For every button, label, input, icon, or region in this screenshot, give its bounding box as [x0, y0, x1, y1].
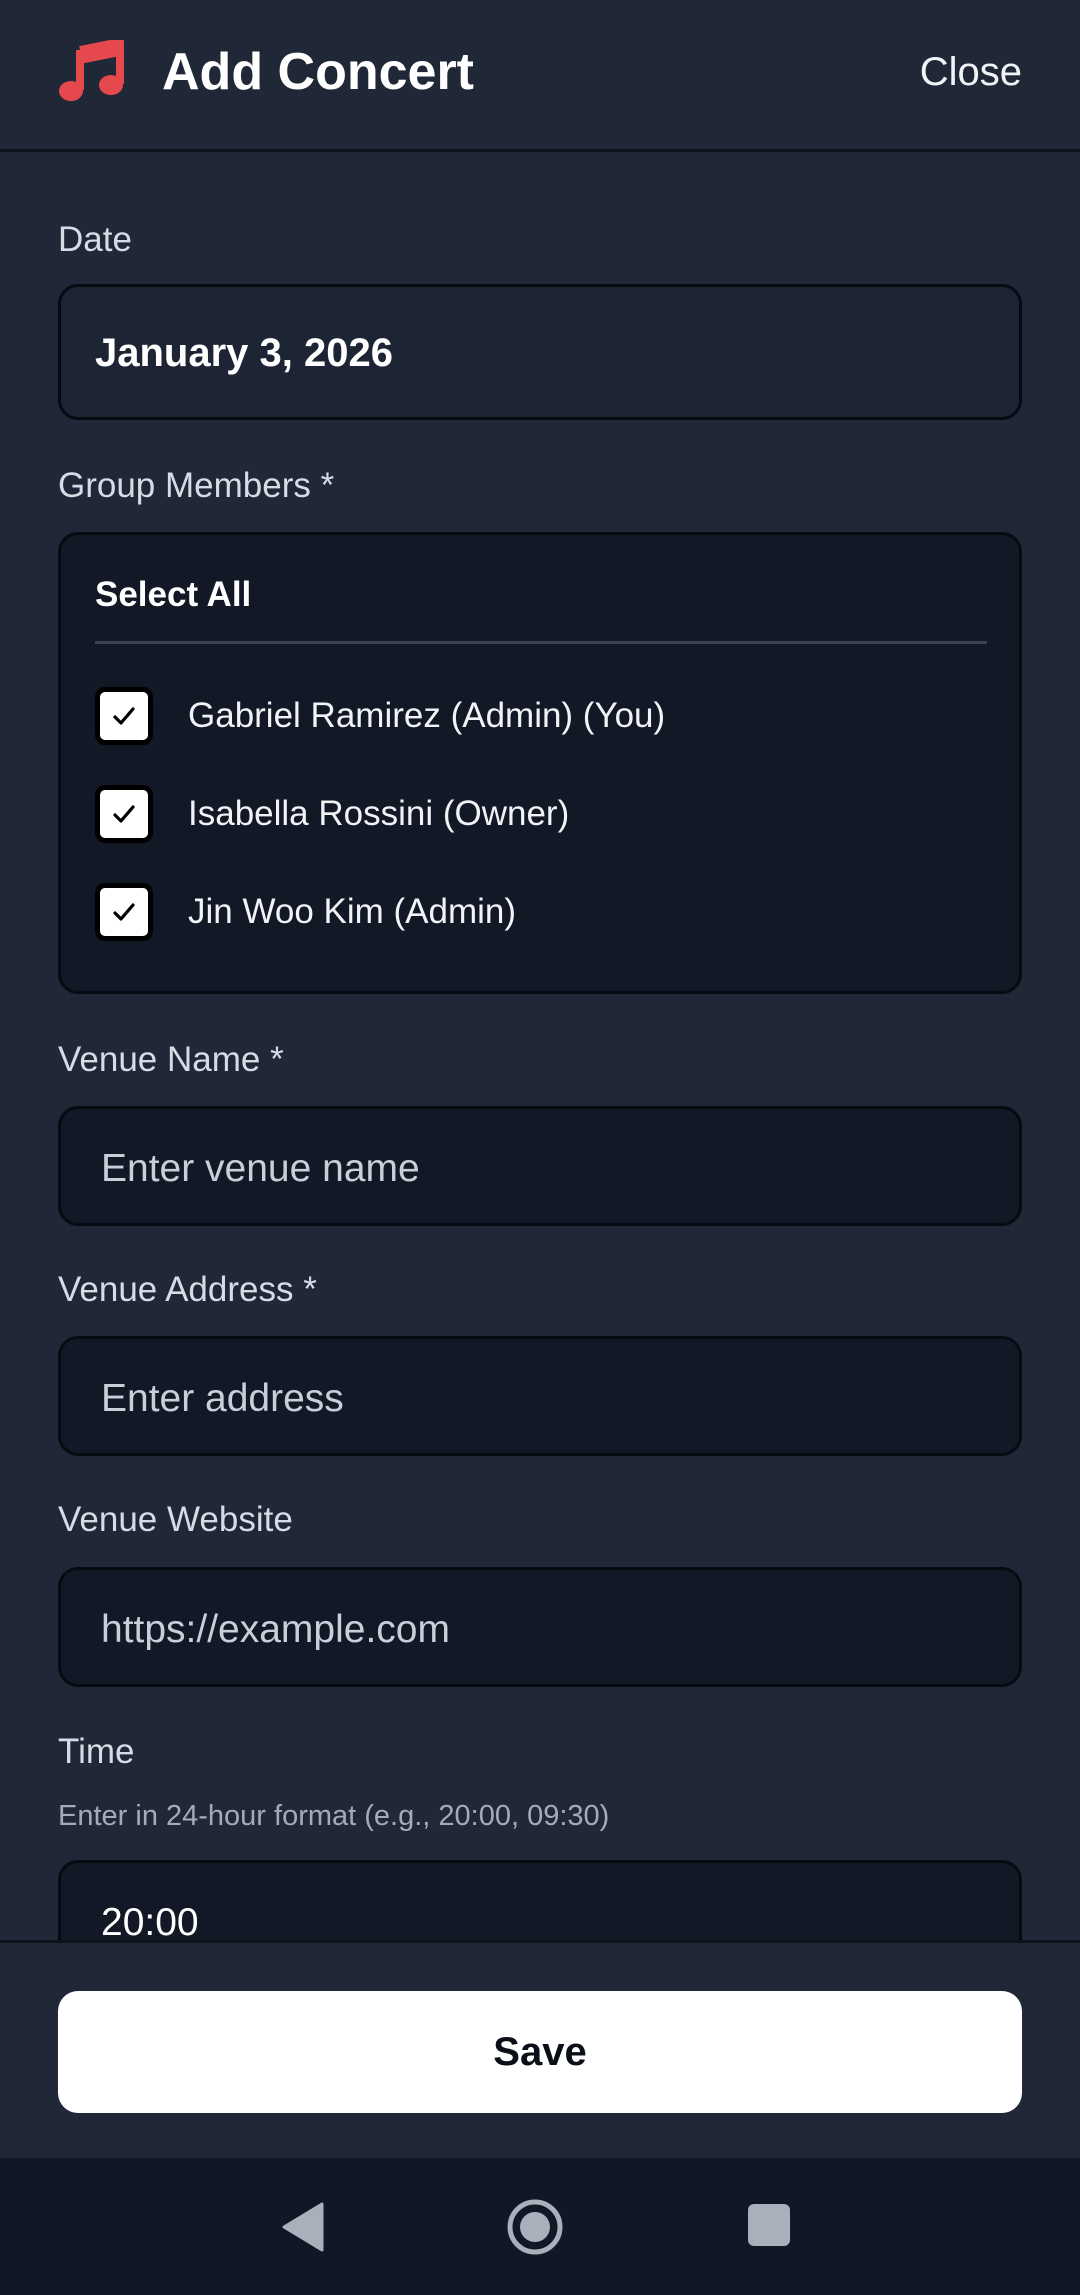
venue-address-placeholder: Enter address: [101, 1377, 344, 1420]
time-input[interactable]: 20:00: [58, 1860, 1022, 1942]
member-checkbox[interactable]: [95, 785, 153, 843]
venue-name-placeholder: Enter venue name: [101, 1147, 420, 1190]
music-note-icon: [59, 40, 124, 101]
venue-website-input[interactable]: https://example.com: [58, 1567, 1022, 1687]
checkmark-icon: [113, 903, 135, 921]
venue-website-label: Venue Website: [58, 1500, 293, 1539]
member-checkbox[interactable]: [95, 883, 153, 941]
member-name: Jin Woo Kim (Admin): [188, 892, 517, 931]
recents-icon[interactable]: [748, 2204, 790, 2246]
close-button[interactable]: Close: [920, 46, 1022, 98]
member-row[interactable]: Gabriel Ramirez (Admin) (You): [95, 687, 975, 747]
home-icon[interactable]: [506, 2198, 564, 2256]
time-hint: Enter in 24-hour format (e.g., 20:00, 09…: [58, 1800, 610, 1832]
select-all-button[interactable]: Select All: [95, 573, 251, 617]
page-title: Add Concert: [162, 43, 474, 101]
venue-name-label: Venue Name *: [58, 1040, 284, 1079]
system-nav-bar: [0, 2158, 1080, 2295]
venue-address-label: Venue Address *: [58, 1270, 317, 1309]
footer-bar: Save: [0, 1940, 1080, 2158]
venue-website-placeholder: https://example.com: [101, 1608, 450, 1651]
date-label: Date: [58, 220, 132, 259]
checkmark-icon: [113, 707, 135, 725]
venue-address-input[interactable]: Enter address: [58, 1336, 1022, 1456]
back-icon[interactable]: [282, 2202, 324, 2252]
group-members-label: Group Members *: [58, 466, 335, 505]
member-checkbox[interactable]: [95, 687, 153, 745]
member-row[interactable]: Jin Woo Kim (Admin): [95, 883, 975, 943]
venue-name-input[interactable]: Enter venue name: [58, 1106, 1022, 1226]
form-scroll-area[interactable]: Date January 3, 2026 Group Members * Sel…: [0, 152, 1080, 1942]
date-field[interactable]: January 3, 2026: [58, 284, 1022, 420]
group-members-box: Select All Gabriel Ramirez (Admin) (You)…: [58, 532, 1022, 994]
time-label: Time: [58, 1732, 135, 1771]
date-value: January 3, 2026: [95, 331, 393, 375]
save-button[interactable]: Save: [58, 1991, 1022, 2113]
time-value: 20:00: [101, 1901, 199, 1942]
checkmark-icon: [113, 805, 135, 823]
divider: [95, 641, 987, 644]
member-name: Gabriel Ramirez (Admin) (You): [188, 696, 666, 735]
member-row[interactable]: Isabella Rossini (Owner): [95, 785, 975, 845]
app-header: Add Concert Close: [0, 0, 1080, 152]
member-name: Isabella Rossini (Owner): [188, 794, 570, 833]
